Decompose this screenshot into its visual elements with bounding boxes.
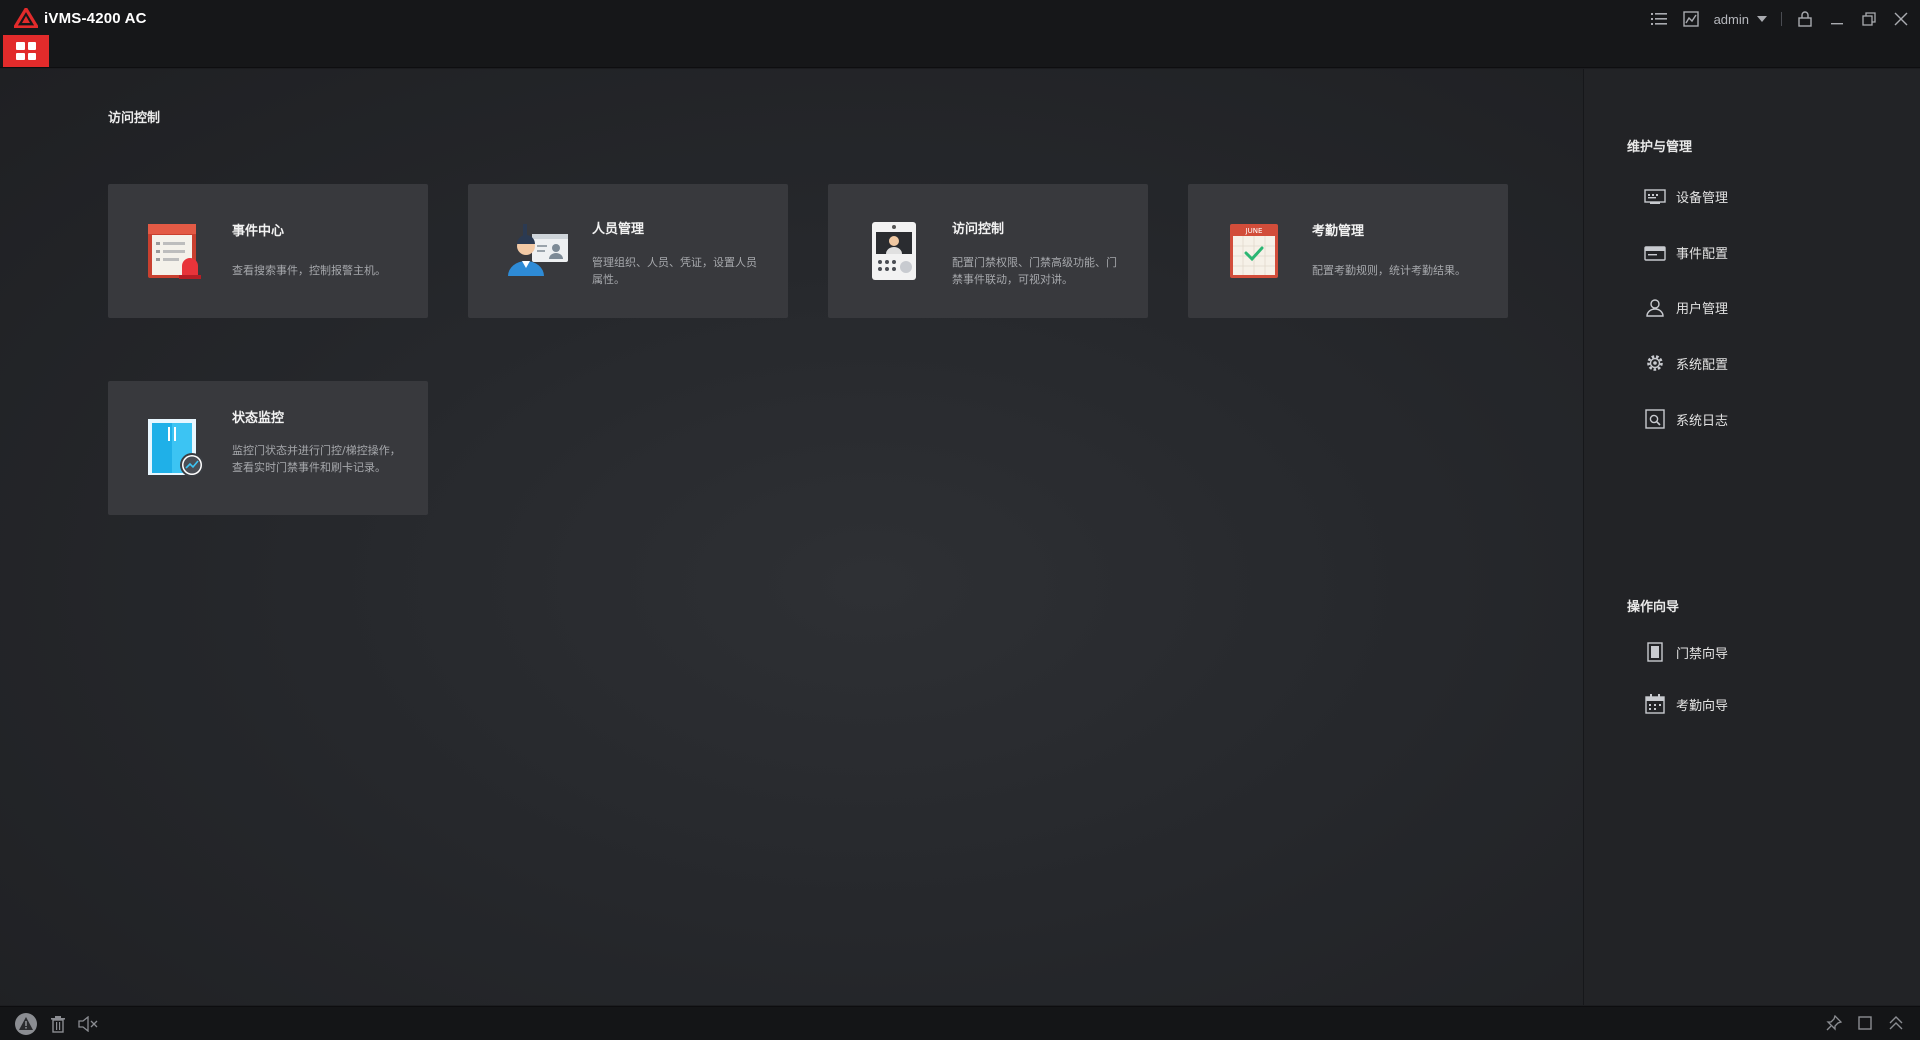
section-title: 访问控制 bbox=[108, 111, 161, 126]
right-panel: 维护与管理 设备管理 事件配置 用户管理 系统配置 系统日志 操作向导 门禁向导… bbox=[1583, 69, 1920, 1005]
sidebar-item-label: 门禁向导 bbox=[1676, 646, 1729, 662]
card-title: 人员管理 bbox=[592, 222, 645, 237]
card-title: 访问控制 bbox=[952, 222, 1005, 237]
chart-icon[interactable] bbox=[1682, 10, 1700, 28]
device-icon bbox=[1644, 188, 1666, 204]
status-bar bbox=[0, 1006, 1920, 1040]
card-attendance[interactable]: JUNE 考勤管理 配置考勤规则，统计考勤结果。 bbox=[1188, 184, 1508, 318]
chevron-up-icon[interactable] bbox=[1888, 1016, 1904, 1030]
sidebar-item-door-wizard[interactable]: 门禁向导 bbox=[1644, 642, 1728, 662]
sidebar-item-label: 系统配置 bbox=[1676, 357, 1729, 373]
logo-icon bbox=[14, 8, 38, 28]
close-icon[interactable] bbox=[1892, 10, 1910, 28]
card-title: 事件中心 bbox=[232, 224, 285, 239]
access-control-icon bbox=[864, 220, 924, 282]
main-content: 访问控制 事件中心 查看搜索事件，控制报警主机。 人员管理 管理组织、人员、凭证… bbox=[0, 69, 1583, 1005]
card-access-control[interactable]: 访问控制 配置门禁权限、门禁高级功能、门禁事件联动，可视对讲。 bbox=[828, 184, 1148, 318]
grid-icon bbox=[16, 42, 36, 60]
status-monitor-icon bbox=[144, 417, 204, 479]
app-logo: iVMS-4200 AC bbox=[14, 8, 147, 28]
pin-icon[interactable] bbox=[1826, 1015, 1842, 1031]
sidebar-item-label: 事件配置 bbox=[1676, 247, 1729, 262]
sidebar-item-label: 考勤向导 bbox=[1676, 698, 1729, 714]
sidebar-item-event-config[interactable]: 事件配置 bbox=[1644, 243, 1728, 262]
restore-icon[interactable] bbox=[1860, 10, 1878, 28]
sidebar-item-system-config[interactable]: 系统配置 bbox=[1644, 353, 1728, 373]
divider bbox=[1781, 12, 1782, 26]
title-bar: iVMS-4200 AC admin bbox=[0, 0, 1920, 68]
app-title: iVMS-4200 AC bbox=[44, 9, 147, 27]
event-config-icon bbox=[1644, 245, 1666, 261]
window-controls: admin bbox=[1650, 8, 1910, 30]
user-icon bbox=[1646, 298, 1664, 317]
calendar-wizard-icon bbox=[1645, 694, 1665, 714]
card-status-monitor[interactable]: 状态监控 监控门状态并进行门控/梯控操作，查看实时门禁事件和刷卡记录。 bbox=[108, 381, 428, 515]
list-icon[interactable] bbox=[1650, 10, 1668, 28]
person-management-icon bbox=[504, 220, 568, 282]
trash-icon[interactable] bbox=[50, 1015, 66, 1033]
card-event-center[interactable]: 事件中心 查看搜索事件，控制报警主机。 bbox=[108, 184, 428, 318]
mute-icon[interactable] bbox=[78, 1016, 98, 1032]
username: admin bbox=[1713, 11, 1749, 27]
card-person-management[interactable]: 人员管理 管理组织、人员、凭证，设置人员属性。 bbox=[468, 184, 788, 318]
alarm-icon[interactable] bbox=[14, 1012, 38, 1036]
sidebar-item-user-management[interactable]: 用户管理 bbox=[1644, 298, 1728, 317]
card-title: 状态监控 bbox=[232, 411, 285, 426]
card-description: 配置门禁权限、门禁高级功能、门禁事件联动，可视对讲。 bbox=[952, 256, 1117, 286]
chevron-down-icon bbox=[1757, 16, 1767, 22]
gear-icon bbox=[1647, 355, 1663, 371]
door-wizard-icon bbox=[1647, 642, 1663, 662]
sidebar-item-device-management[interactable]: 设备管理 bbox=[1644, 187, 1728, 206]
sidebar-item-attendance-wizard[interactable]: 考勤向导 bbox=[1644, 694, 1728, 714]
card-description: 监控门状态并进行门控/梯控操作，查看实时门禁事件和刷卡记录。 bbox=[232, 444, 401, 474]
fullscreen-icon[interactable] bbox=[1858, 1016, 1872, 1030]
user-menu[interactable]: admin bbox=[1714, 12, 1767, 27]
log-icon bbox=[1645, 409, 1665, 429]
card-description: 配置考勤规则，统计考勤结果。 bbox=[1312, 264, 1466, 277]
calendar-month-label: JUNE bbox=[1245, 227, 1263, 235]
maintenance-heading: 维护与管理 bbox=[1627, 140, 1693, 155]
attendance-icon: JUNE bbox=[1224, 220, 1284, 282]
sidebar-item-label: 系统日志 bbox=[1676, 413, 1729, 429]
card-description: 查看搜索事件，控制报警主机。 bbox=[232, 264, 386, 277]
card-description: 管理组织、人员、凭证，设置人员属性。 bbox=[592, 256, 757, 286]
sidebar-item-label: 设备管理 bbox=[1676, 191, 1729, 206]
wizard-heading: 操作向导 bbox=[1627, 600, 1680, 615]
sidebar-item-label: 用户管理 bbox=[1676, 302, 1729, 317]
sidebar-item-system-log[interactable]: 系统日志 bbox=[1644, 409, 1728, 429]
card-title: 考勤管理 bbox=[1312, 224, 1365, 239]
home-button[interactable] bbox=[3, 35, 49, 67]
event-center-icon bbox=[144, 220, 204, 282]
lock-icon[interactable] bbox=[1796, 10, 1814, 28]
minimize-icon[interactable] bbox=[1828, 10, 1846, 28]
